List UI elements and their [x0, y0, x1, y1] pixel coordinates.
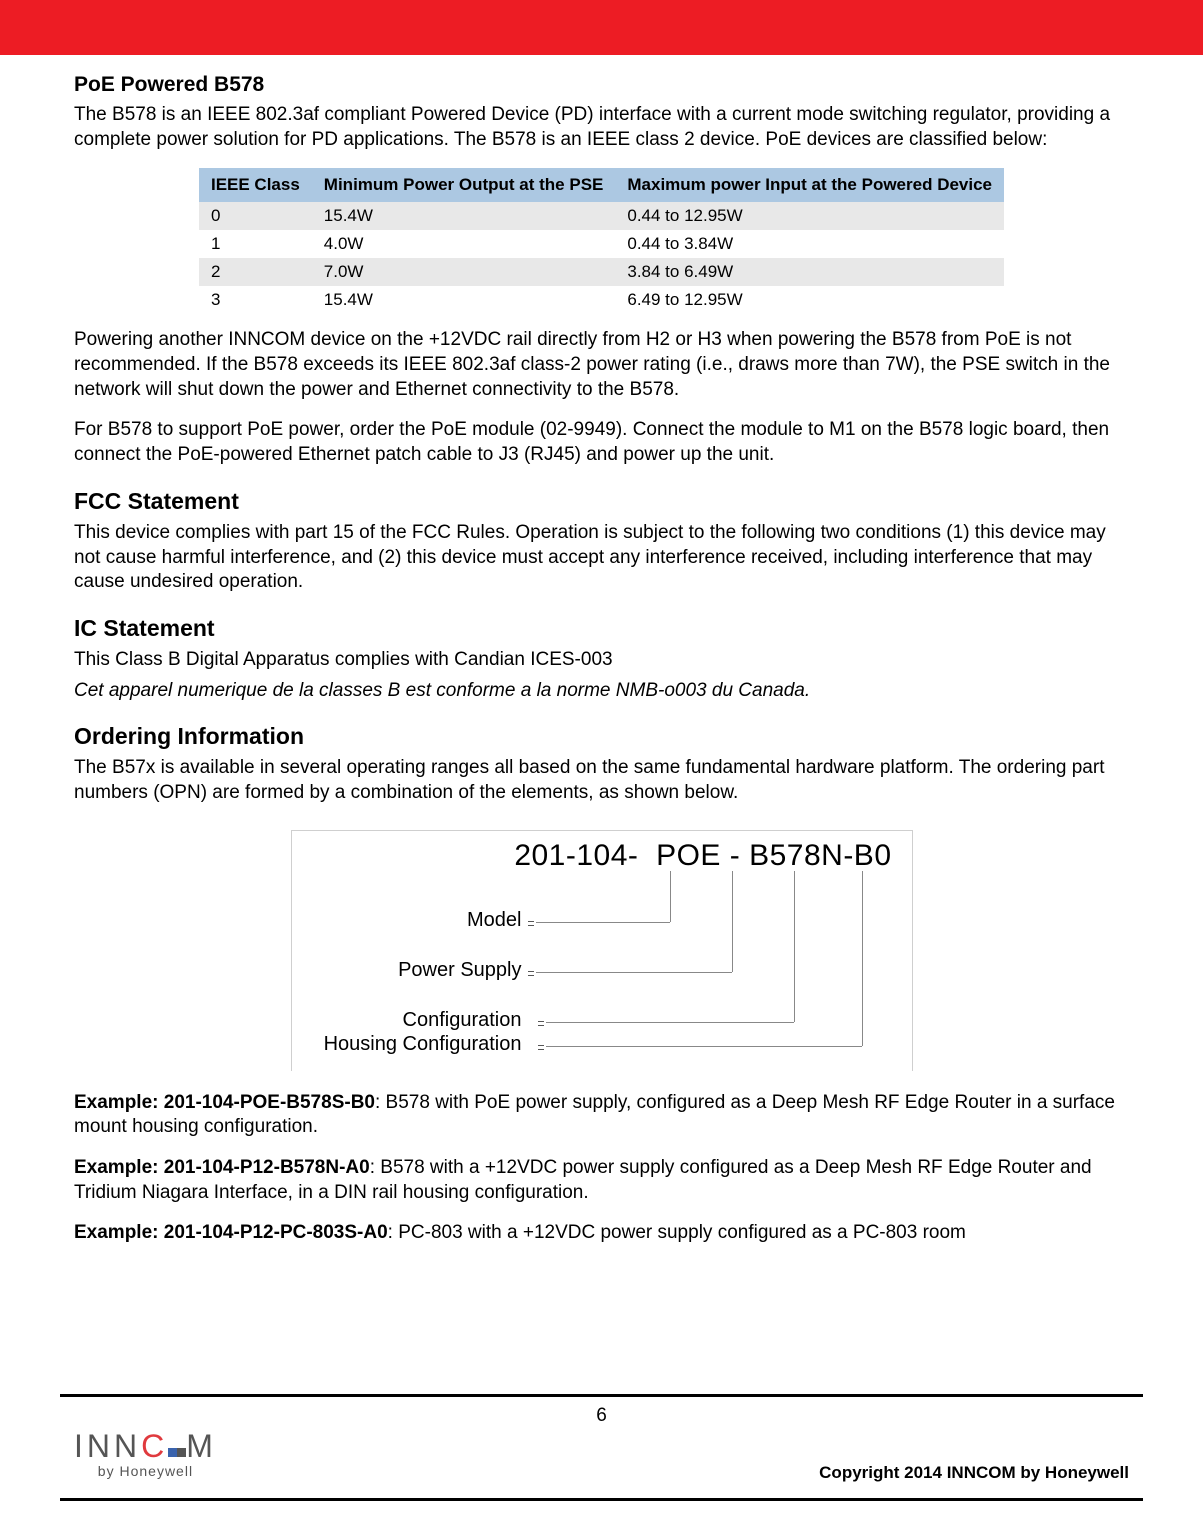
heading-poe: PoE Powered B578 [74, 73, 1129, 97]
example-3-rest: : PC-803 with a +12VDC power supply conf… [388, 1222, 966, 1243]
content-area: PoE Powered B578 The B578 is an IEEE 802… [0, 55, 1203, 1246]
page: PoE Powered B578 The B578 is an IEEE 802… [0, 0, 1203, 1519]
leader-line [794, 871, 795, 1022]
label-config: Configuration [312, 1009, 522, 1032]
example-2: Example: 201-104-P12-B578N-A0: B578 with… [74, 1156, 1129, 1205]
poe-class-table: IEEE Class Minimum Power Output at the P… [199, 168, 1004, 314]
logo-main-text: INNCM [74, 1428, 217, 1465]
heading-ic: IC Statement [74, 615, 1129, 642]
table-row: 3 15.4W 6.49 to 12.95W [199, 286, 1004, 314]
label-housing: Housing Configuration [312, 1033, 522, 1056]
page-number: 6 [0, 1405, 1203, 1427]
heading-ordering: Ordering Information [74, 723, 1129, 750]
example-3-bold: Example: 201-104-P12-PC-803S-A0 [74, 1222, 388, 1243]
table-header-row: IEEE Class Minimum Power Output at the P… [199, 168, 1004, 202]
leader-line [546, 1022, 794, 1023]
cell: 1 [199, 230, 312, 258]
opn-string: 201-104- POE - B578N-B0 [292, 839, 912, 873]
eq-icon [528, 971, 534, 976]
cell: 2 [199, 258, 312, 286]
example-3: Example: 201-104-P12-PC-803S-A0: PC-803 … [74, 1221, 1129, 1246]
cell: 6.49 to 12.95W [615, 286, 1004, 314]
leader-line [536, 972, 732, 973]
leader-line [732, 871, 733, 972]
inncom-logo: INNCM by Honeywell [74, 1428, 217, 1479]
heading-fcc: FCC Statement [74, 488, 1129, 515]
footer-rule-bottom [60, 1498, 1143, 1501]
example-2-bold: Example: 201-104-P12-B578N-A0 [74, 1157, 370, 1178]
th-min-pse: Minimum Power Output at the PSE [312, 168, 616, 202]
poe-table-wrap: IEEE Class Minimum Power Output at the P… [74, 168, 1129, 314]
ic-line-2: Cet apparel numerique de la classes B es… [74, 679, 1129, 704]
eq-icon [538, 1021, 544, 1026]
eq-icon [528, 921, 534, 926]
eq-icon [538, 1045, 544, 1050]
para-poe-warning: Powering another INNCOM device on the +1… [74, 328, 1129, 402]
ic-line-1: This Class B Digital Apparatus complies … [74, 648, 1129, 673]
opn-diagram-wrap: 201-104- POE - B578N-B0 Model Power Supp… [74, 830, 1129, 1071]
cell: 15.4W [312, 202, 616, 230]
cell: 3.84 to 6.49W [615, 258, 1004, 286]
footer-rule-top [60, 1394, 1143, 1397]
cell: 3 [199, 286, 312, 314]
cell: 4.0W [312, 230, 616, 258]
para-poe-module: For B578 to support PoE power, order the… [74, 418, 1129, 467]
label-power: Power Supply [312, 959, 522, 982]
cell: 7.0W [312, 258, 616, 286]
th-class: IEEE Class [199, 168, 312, 202]
th-max-pd: Maximum power Input at the Powered Devic… [615, 168, 1004, 202]
para-ordering: The B57x is available in several operati… [74, 756, 1129, 805]
table-row: 1 4.0W 0.44 to 3.84W [199, 230, 1004, 258]
leader-line [670, 871, 671, 922]
table-row: 2 7.0W 3.84 to 6.49W [199, 258, 1004, 286]
label-model: Model [312, 909, 522, 932]
example-1-bold: Example: 201-104-POE-B578S-B0 [74, 1092, 375, 1113]
leader-line [862, 871, 863, 1046]
para-fcc: This device complies with part 15 of the… [74, 521, 1129, 595]
header-bar [0, 0, 1203, 55]
table-row: 0 15.4W 0.44 to 12.95W [199, 202, 1004, 230]
cell: 0.44 to 3.84W [615, 230, 1004, 258]
copyright-text: Copyright 2014 INNCOM by Honeywell [819, 1463, 1129, 1483]
cell: 0.44 to 12.95W [615, 202, 1004, 230]
cell: 0 [199, 202, 312, 230]
cell: 15.4W [312, 286, 616, 314]
example-1: Example: 201-104-POE-B578S-B0: B578 with… [74, 1091, 1129, 1140]
para-poe-intro: The B578 is an IEEE 802.3af compliant Po… [74, 103, 1129, 152]
opn-diagram: 201-104- POE - B578N-B0 Model Power Supp… [291, 830, 913, 1071]
logo-sub-text: by Honeywell [74, 1463, 217, 1479]
leader-line [536, 922, 670, 923]
leader-line [546, 1046, 862, 1047]
